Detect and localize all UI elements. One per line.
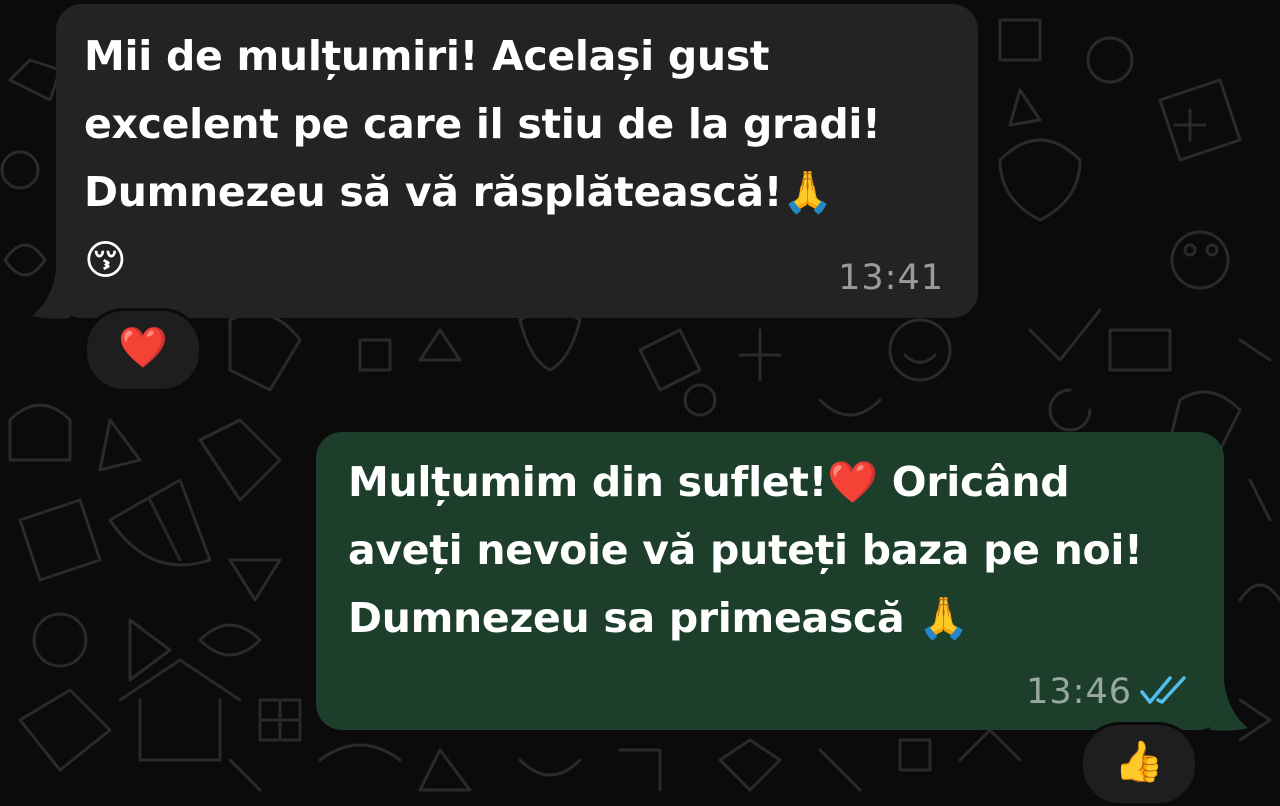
heart-icon: ❤️ [118,325,168,371]
thumbs-up-icon: 👍 [1114,739,1164,785]
message-text: Mulțumim din suflet!❤️ Oricând aveți nev… [348,458,1143,642]
incoming-message-bubble[interactable]: Mii de mulțumiri! Același gust excelent … [56,4,978,318]
outgoing-bubble-tail [1210,682,1248,731]
double-check-icon [1140,676,1186,704]
message-text: Mii de mulțumiri! Același gust excelent … [84,32,881,284]
message-reaction-heart[interactable]: ❤️ [84,308,202,392]
message-timestamp: 13:41 [838,258,944,298]
incoming-bubble-tail [32,270,70,319]
outgoing-message-bubble[interactable]: Mulțumim din suflet!❤️ Oricând aveți nev… [316,432,1224,730]
message-timestamp: 13:46 [1026,672,1132,712]
message-reaction-thumbs-up[interactable]: 👍 [1080,722,1198,806]
